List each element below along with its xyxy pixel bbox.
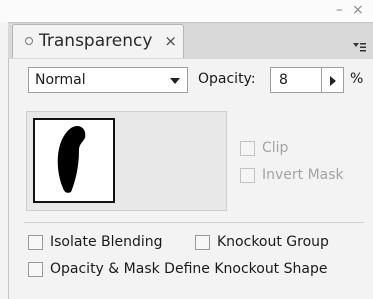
minimize-icon[interactable]: – <box>336 2 343 18</box>
chevron-down-icon <box>170 78 180 84</box>
isolate-blending-label: Isolate Blending <box>50 234 163 250</box>
blend-mode-select[interactable]: Normal <box>28 67 188 93</box>
close-window-icon[interactable]: × <box>352 2 364 18</box>
panel-menu-icon[interactable] <box>352 40 366 54</box>
invert-mask-checkbox[interactable] <box>240 168 255 183</box>
chevron-right-icon <box>330 76 336 86</box>
opacity-value: 8 <box>279 72 288 88</box>
clip-checkbox[interactable] <box>240 141 255 156</box>
transparency-panel: – × Transparency × Normal Opacity: 8 % C… <box>0 0 373 299</box>
opacity-mask-knockout-label: Opacity & Mask Define Knockout Shape <box>50 261 328 277</box>
clip-label: Clip <box>262 140 289 156</box>
tab-transparency[interactable]: Transparency × <box>12 24 184 58</box>
opacity-slider-button[interactable] <box>322 67 344 93</box>
tab-grip-icon[interactable] <box>25 37 33 45</box>
tab-label: Transparency <box>39 31 153 51</box>
isolate-blending-checkbox[interactable] <box>28 235 43 250</box>
opacity-input[interactable]: 8 <box>270 67 322 93</box>
knockout-group-label: Knockout Group <box>217 234 329 250</box>
brush-stroke-icon <box>57 126 86 193</box>
opacity-mask-knockout-checkbox[interactable] <box>28 262 43 277</box>
window-title-bar: – × <box>0 0 373 22</box>
close-tab-icon[interactable]: × <box>164 32 177 50</box>
opacity-unit: % <box>350 71 364 87</box>
blend-mode-value: Normal <box>35 72 86 88</box>
knockout-group-checkbox[interactable] <box>195 235 210 250</box>
divider <box>24 222 364 223</box>
artwork-thumbnail[interactable] <box>33 118 115 203</box>
invert-mask-label: Invert Mask <box>262 167 344 183</box>
opacity-label: Opacity: <box>198 71 256 87</box>
